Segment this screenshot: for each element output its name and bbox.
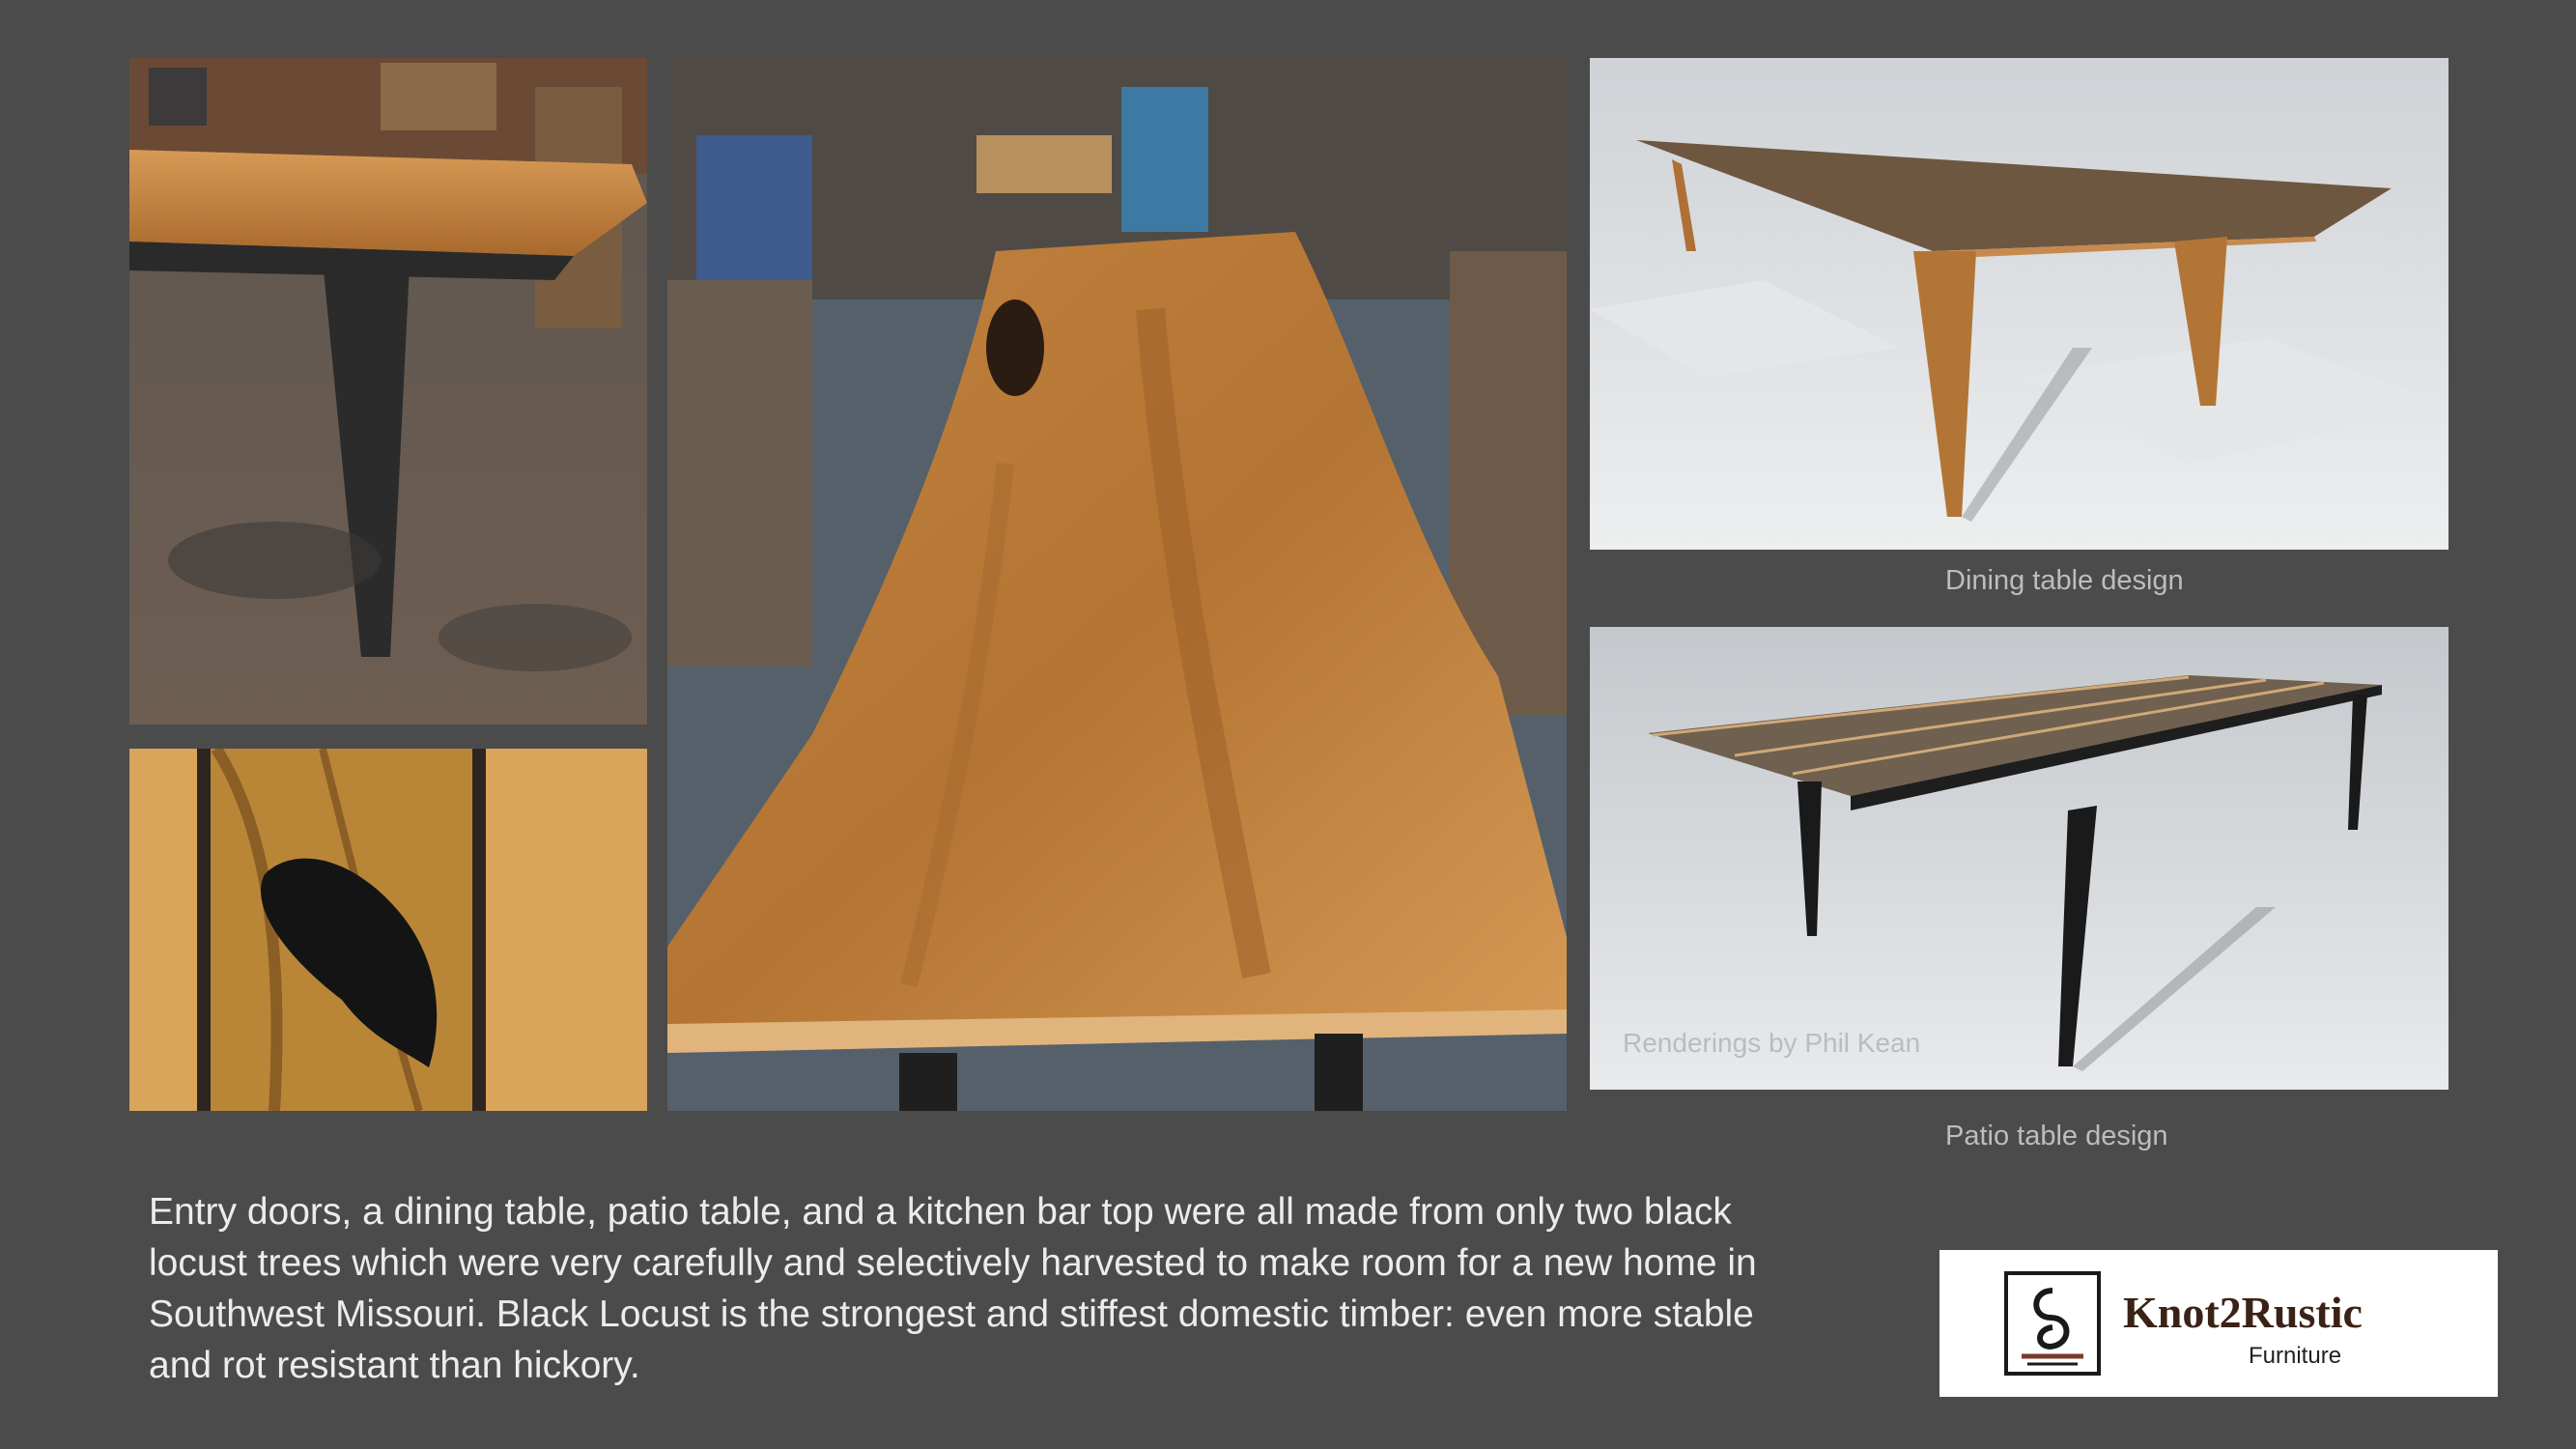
dining-table-render-image xyxy=(1590,58,2449,550)
rendering-credit: Renderings by Phil Kean xyxy=(1623,1028,1921,1058)
knot-detail-photo xyxy=(129,749,647,1111)
logo-subtitle: Furniture xyxy=(2249,1343,2342,1369)
knot-detail-image xyxy=(129,749,647,1111)
brand-logo: Knot2Rustic Furniture xyxy=(1939,1250,2498,1397)
patio-table-rendering xyxy=(1590,627,2449,1090)
slab-table-photo xyxy=(667,58,1567,1111)
logo-brand-name: Knot2Rustic xyxy=(2123,1288,2363,1337)
table-leg-image xyxy=(129,58,647,724)
patio-table-render-image xyxy=(1590,627,2449,1090)
patio-table-caption: Patio table design xyxy=(1945,1121,2168,1151)
slab-table-image xyxy=(667,58,1567,1111)
description-text: Entry doors, a dining table, patio table… xyxy=(149,1191,1757,1386)
knot-logo-icon xyxy=(2004,1271,2101,1376)
dining-table-caption: Dining table design xyxy=(1945,565,2184,596)
dining-table-rendering xyxy=(1590,58,2449,550)
table-leg-photo xyxy=(129,58,647,724)
